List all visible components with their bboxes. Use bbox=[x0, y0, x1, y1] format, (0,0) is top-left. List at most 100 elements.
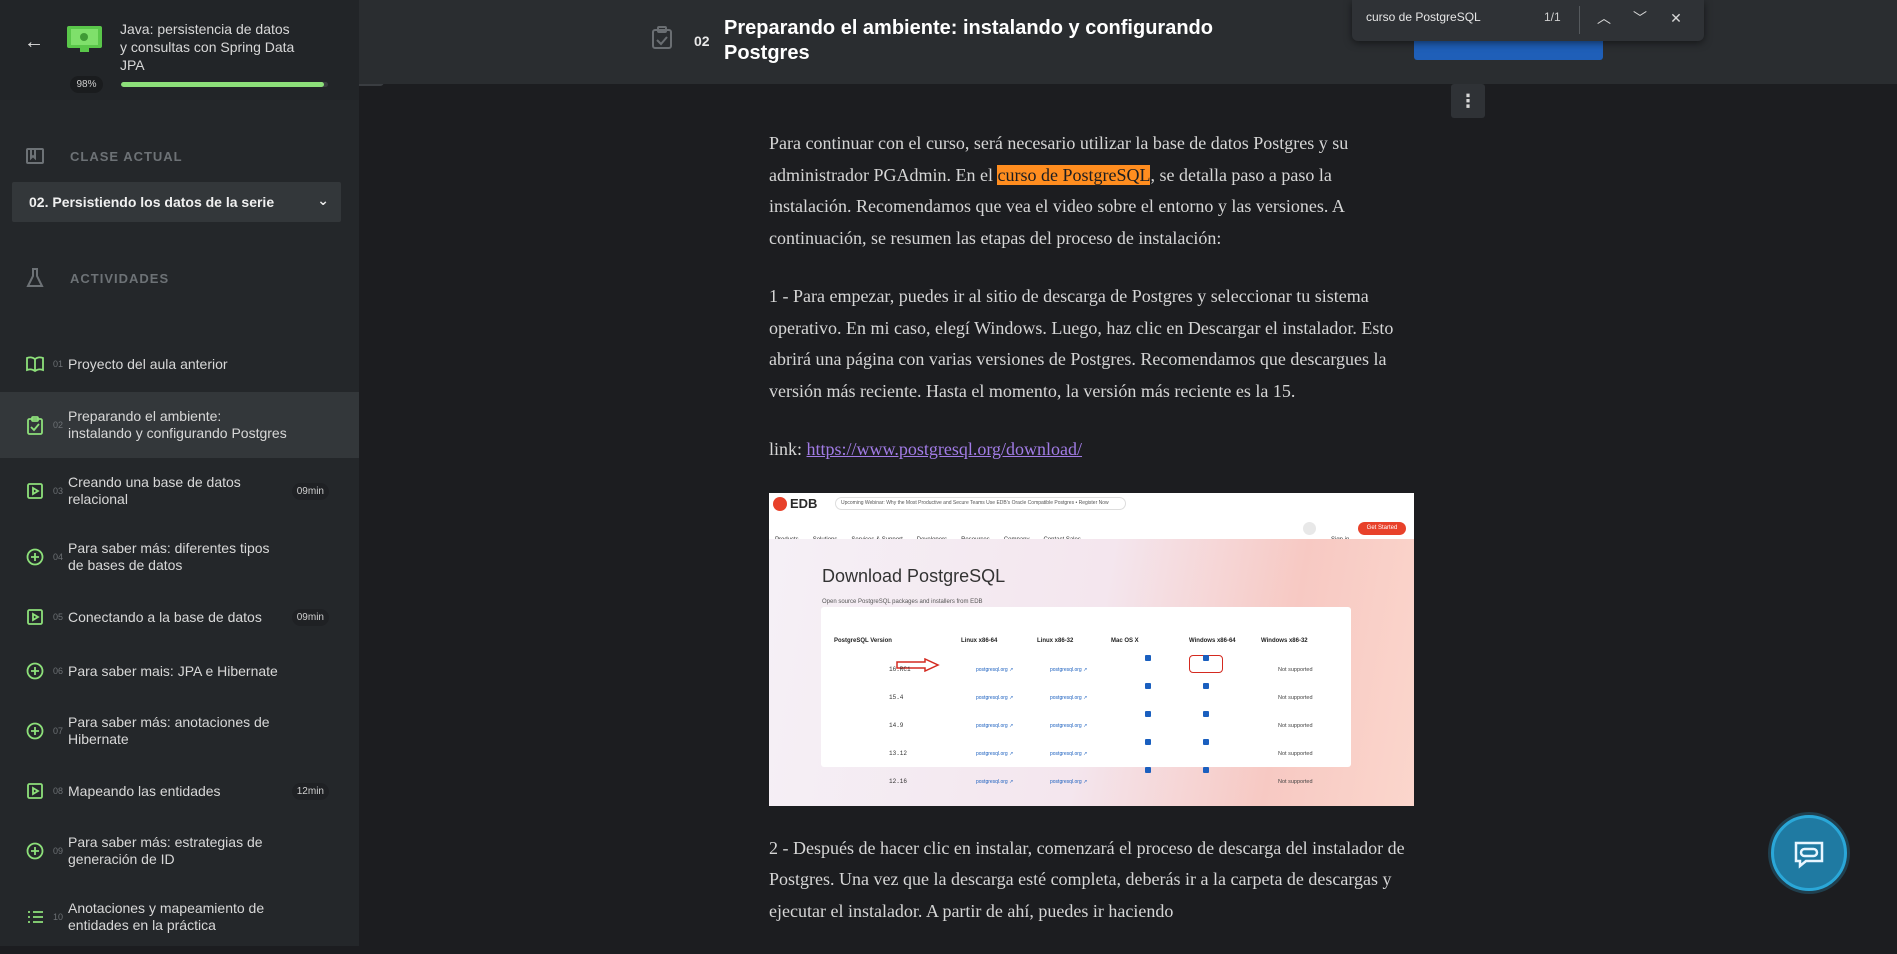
current-class-value: 02. Persistiendo los datos de la serie bbox=[29, 194, 275, 210]
paragraph-link: link: https://www.postgresql.org/downloa… bbox=[769, 434, 1414, 466]
linux-link: postgresql.org ↗ bbox=[976, 750, 1014, 757]
activity-item-07[interactable]: 07 Para saber más: anotaciones de Hiberna… bbox=[0, 698, 359, 764]
download-link[interactable]: https://www.postgresql.org/download/ bbox=[807, 439, 1083, 459]
version-cell: 15.4 bbox=[889, 693, 904, 701]
progress-fill bbox=[121, 82, 324, 87]
download-icon bbox=[1203, 710, 1209, 717]
activity-number: 10 bbox=[53, 912, 64, 922]
activity-title: Para saber mais: JPA e Hibernate bbox=[68, 662, 278, 679]
not-supported-cell: Not supported bbox=[1278, 750, 1313, 757]
back-arrow-icon[interactable]: ← bbox=[22, 30, 46, 54]
download-icon bbox=[1145, 682, 1151, 689]
download-icon bbox=[1145, 766, 1151, 773]
table-header: PostgreSQL Version bbox=[834, 637, 892, 644]
activity-number: 09 bbox=[53, 846, 64, 856]
linux-link: postgresql.org ↗ bbox=[1050, 778, 1088, 785]
activity-title: Proyecto del aula anterior bbox=[68, 355, 228, 372]
activity-duration: 09min bbox=[291, 482, 329, 500]
download-icon bbox=[1145, 710, 1151, 717]
activity-number: 04 bbox=[53, 552, 64, 562]
activity-item-06[interactable]: 06 Para saber mais: JPA e Hibernate bbox=[0, 644, 359, 698]
find-input[interactable]: curso de PostgreSQL bbox=[1366, 10, 1481, 24]
activity-item-01[interactable]: 01 Proyecto del aula anterior bbox=[0, 336, 359, 392]
chevron-up-icon[interactable]: ︿ bbox=[1593, 7, 1615, 29]
activity-title: Para saber más: anotaciones de Hibernate bbox=[68, 714, 270, 747]
activity-number: 02 bbox=[53, 420, 64, 430]
versions-table: PostgreSQL Version Linux x86-64 Linux x86-… bbox=[821, 606, 1351, 785]
paragraph-step-1: 1 - Para empezar, puedes ir al sitio de … bbox=[769, 286, 1394, 401]
search-highlight[interactable]: curso de PostgreSQL bbox=[997, 164, 1151, 185]
plus-circle-icon bbox=[26, 548, 44, 566]
sidebar-header: ← Java: persistencia de datos y consulta… bbox=[0, 0, 359, 100]
linux-link: postgresql.org ↗ bbox=[1050, 722, 1088, 729]
book-open-icon bbox=[26, 148, 44, 164]
more-options-icon[interactable]: ⋮ bbox=[1451, 84, 1485, 118]
activity-title: Para saber más: diferentes tipos de base… bbox=[68, 540, 270, 573]
activity-duration: 09min bbox=[291, 608, 329, 626]
table-header: Windows x86-32 bbox=[1261, 637, 1308, 644]
linux-link: postgresql.org ↗ bbox=[976, 722, 1014, 729]
activity-item-04[interactable]: 04 Para saber más: diferentes tipos de ba… bbox=[0, 524, 359, 590]
version-cell: 16.RC1 bbox=[889, 665, 911, 673]
linux-link: postgresql.org ↗ bbox=[1050, 750, 1088, 757]
not-supported-cell: Not supported bbox=[1278, 694, 1313, 701]
linux-link: postgresql.org ↗ bbox=[976, 694, 1014, 701]
activity-item-03[interactable]: 03 Creando una base de datos relacional 09… bbox=[0, 458, 359, 524]
search-icon bbox=[1303, 521, 1316, 535]
activity-number: 05 bbox=[53, 612, 64, 622]
webinar-banner: Upcoming Webinar: Why the Most Productiv… bbox=[835, 496, 1126, 510]
activity-title: Para saber más: estrategias de generació… bbox=[68, 834, 263, 867]
download-icon bbox=[1203, 738, 1209, 745]
activity-number: 06 bbox=[53, 666, 64, 676]
activity-title: Mapeando las entidades bbox=[68, 782, 221, 799]
ai-assistant-button[interactable] bbox=[1771, 815, 1847, 891]
close-icon[interactable]: ✕ bbox=[1665, 7, 1687, 29]
find-bar: curso de PostgreSQL 1/1 ︿ ﹀ ✕ bbox=[1352, 0, 1704, 41]
activities-list: 01 Proyecto del aula anterior 02 Preparando… bbox=[0, 336, 359, 946]
chevron-down-icon: ⌄ bbox=[317, 192, 329, 208]
activity-title: Anotaciones y mapeamiento de entidades e… bbox=[68, 900, 265, 933]
download-icon bbox=[1203, 766, 1209, 773]
lesson-content: Para continuar con el curso, será necesa… bbox=[769, 128, 1414, 954]
activity-title: Creando una base de datos relacional bbox=[68, 474, 241, 507]
download-icon bbox=[1203, 682, 1209, 689]
list-icon bbox=[28, 911, 43, 923]
activity-item-05[interactable]: 05 Conectando a la base de datos 09min bbox=[0, 590, 359, 644]
linux-link: postgresql.org ↗ bbox=[1050, 694, 1088, 701]
current-class-label: CLASE ACTUAL bbox=[70, 148, 183, 164]
activity-item-02[interactable]: 02 Preparando el ambiente: instalando y c… bbox=[0, 392, 359, 458]
activity-title: Preparando el ambiente: instalando y con… bbox=[68, 408, 287, 441]
version-cell: 14.9 bbox=[889, 721, 904, 729]
find-match-count: 1/1 bbox=[1544, 10, 1561, 24]
download-icon bbox=[1145, 738, 1151, 745]
download-icon bbox=[1203, 654, 1209, 661]
version-cell: 12.16 bbox=[889, 777, 908, 785]
video-icon bbox=[27, 483, 43, 499]
lesson-number: 02 bbox=[694, 33, 710, 49]
edb-logo: EDB bbox=[773, 496, 833, 512]
course-logo-icon bbox=[67, 26, 102, 52]
activity-item-10[interactable]: 10 Anotaciones y mapeamiento de entidades… bbox=[0, 884, 359, 946]
table-header: Linux x86-32 bbox=[1037, 637, 1074, 644]
activity-item-08[interactable]: 08 Mapeando las entidades 12min bbox=[0, 764, 359, 818]
plus-circle-icon bbox=[26, 722, 44, 740]
current-class-dropdown[interactable]: 02. Persistiendo los datos de la serie ⌄ bbox=[12, 182, 341, 222]
current-class-section: CLASE ACTUAL bbox=[0, 141, 359, 171]
activity-duration: 12min bbox=[291, 782, 329, 800]
chevron-down-icon[interactable]: ﹀ bbox=[1629, 7, 1651, 29]
activity-number: 03 bbox=[53, 486, 64, 496]
not-supported-cell: Not supported bbox=[1278, 778, 1313, 785]
table-header: Linux x86-64 bbox=[961, 637, 998, 644]
find-separator bbox=[1579, 6, 1580, 34]
download-icon bbox=[1145, 654, 1151, 661]
lesson-title: Preparando el ambiente: instalando y con… bbox=[724, 17, 1213, 64]
progress-percentage: 98% bbox=[70, 76, 103, 93]
course-title: Java: persistencia de datos y consultas … bbox=[120, 21, 295, 73]
link-label: link: bbox=[769, 439, 807, 459]
activity-item-09[interactable]: 09 Para saber más: estrategias de generac… bbox=[0, 818, 359, 884]
activity-number: 08 bbox=[53, 786, 64, 796]
linux-link: postgresql.org ↗ bbox=[976, 666, 1014, 673]
plus-circle-icon bbox=[26, 662, 44, 680]
table-header: Mac OS X bbox=[1111, 637, 1139, 644]
chat-bot-icon bbox=[1794, 841, 1824, 869]
